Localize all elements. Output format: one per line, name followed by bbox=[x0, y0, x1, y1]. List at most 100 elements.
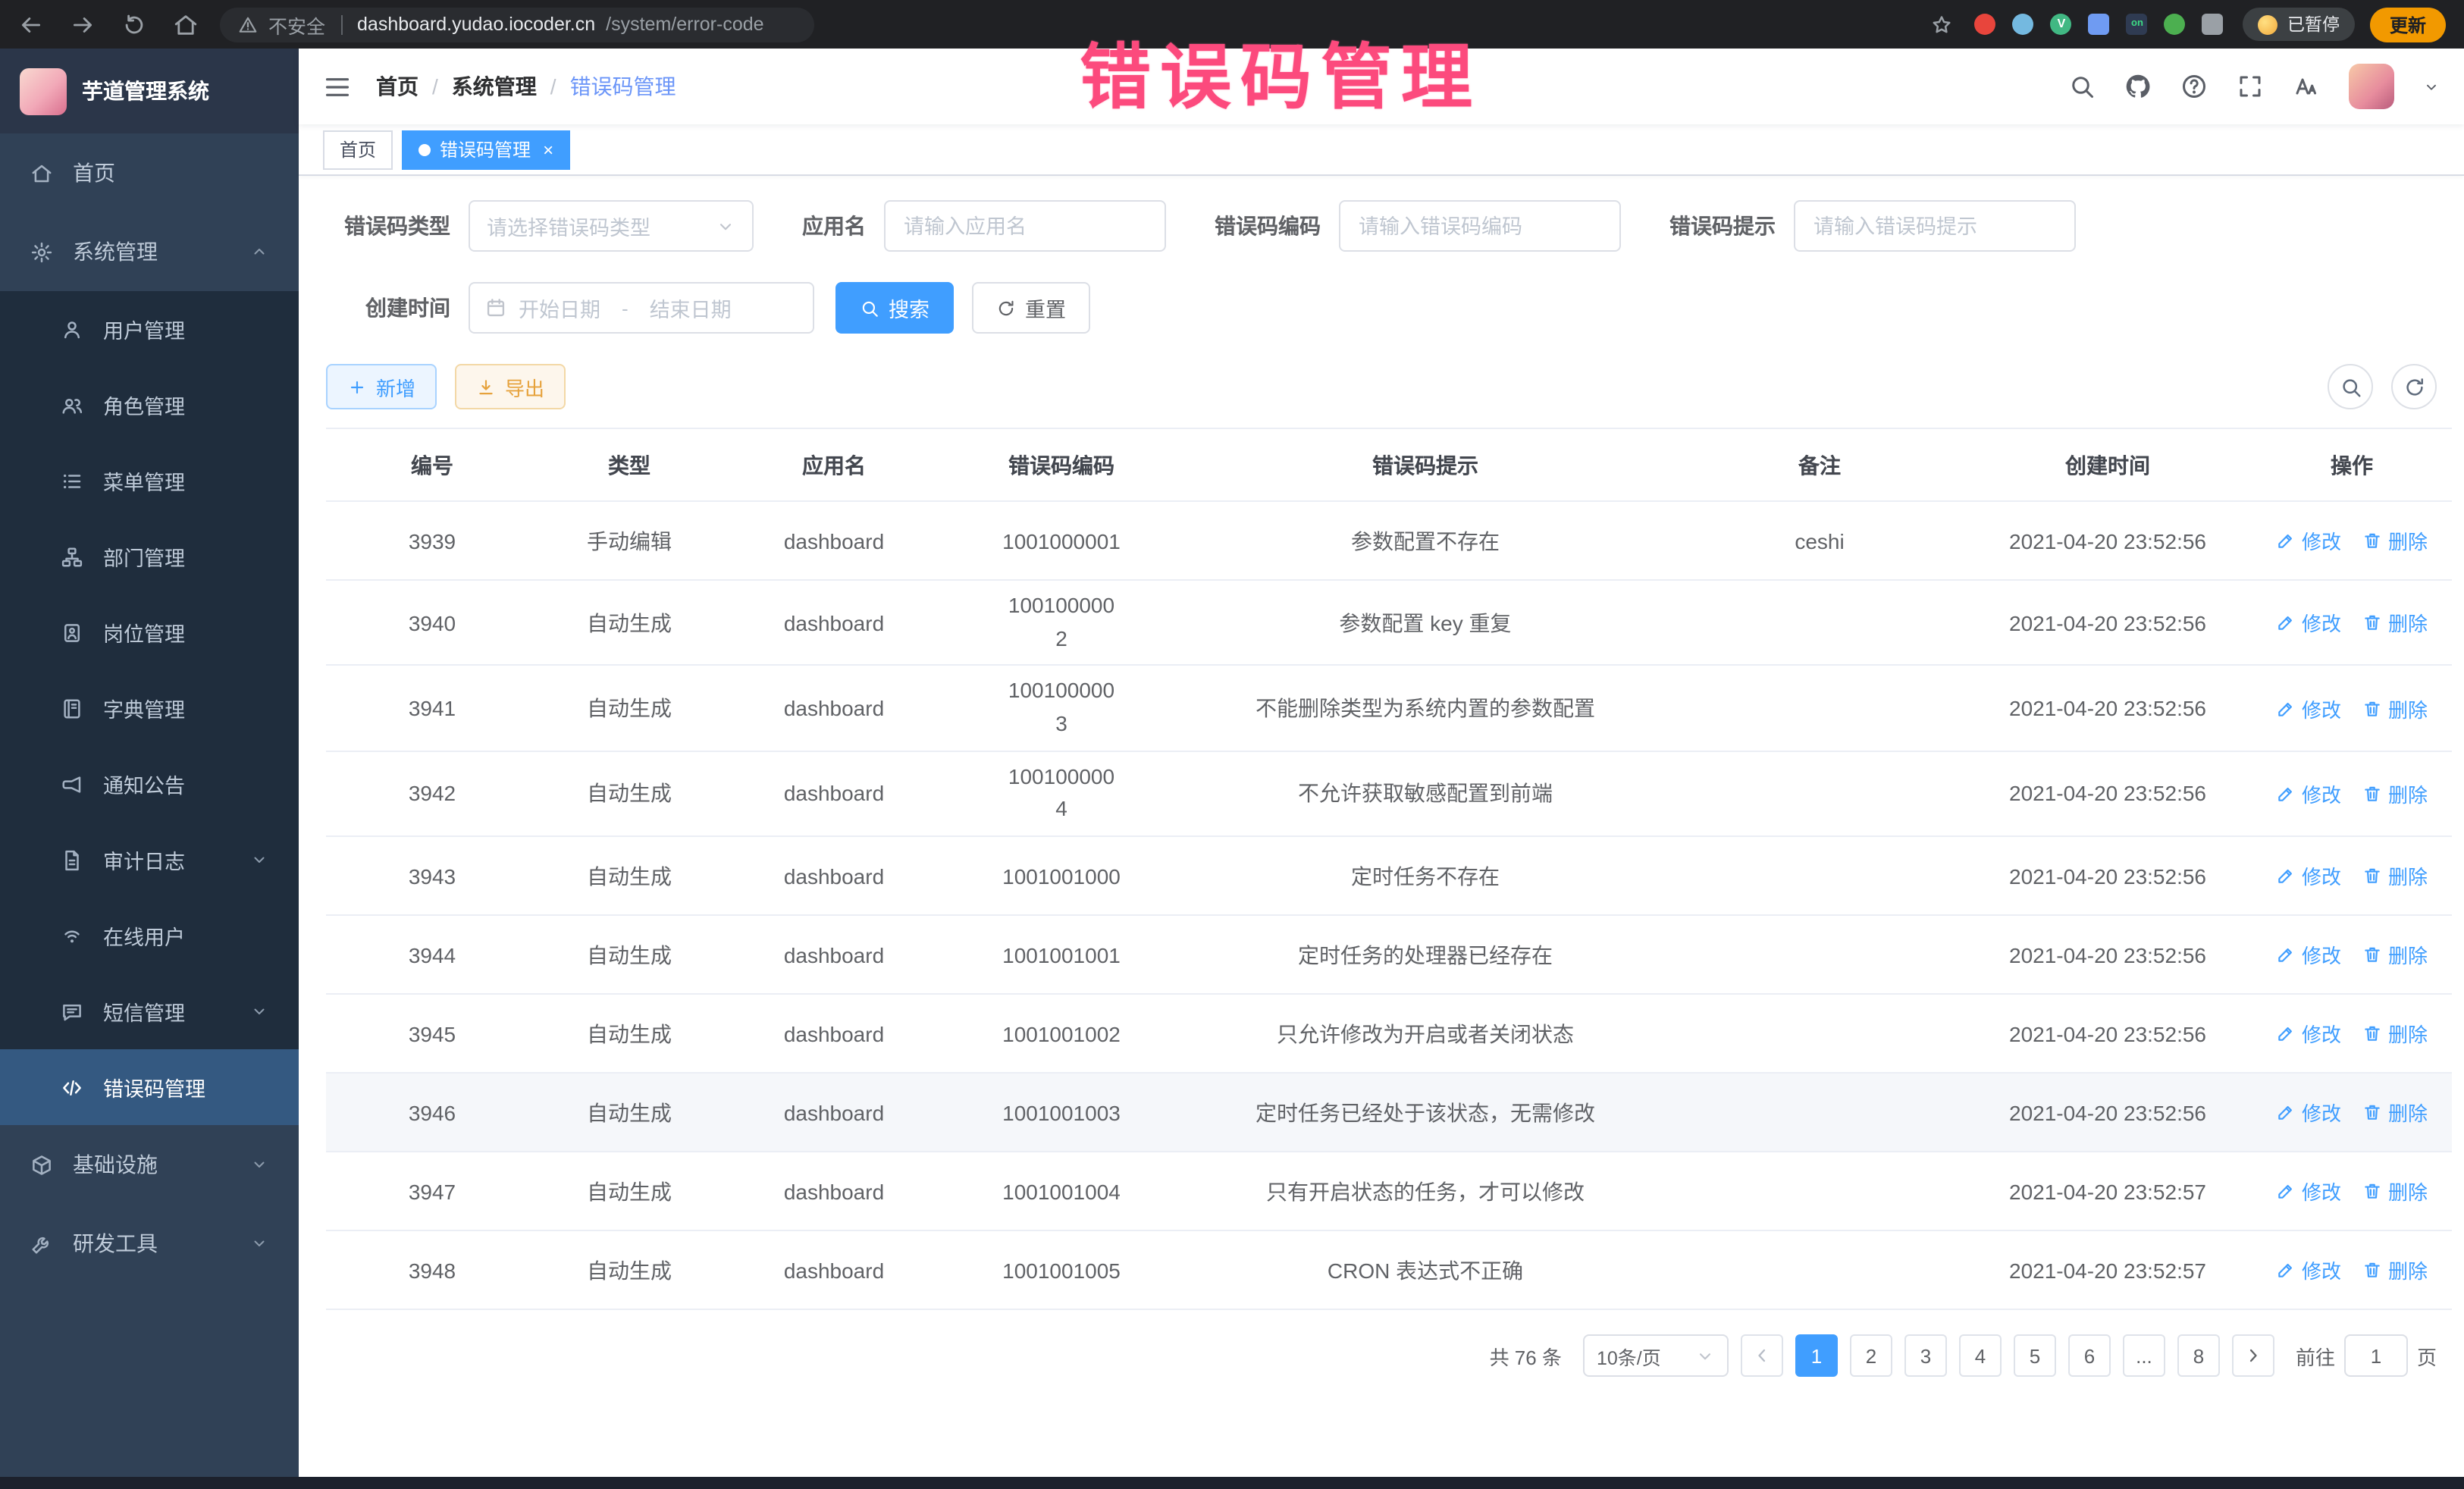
delete-link[interactable]: 删除 bbox=[2362, 694, 2428, 723]
error-hint-input[interactable] bbox=[1794, 200, 2076, 252]
error-type-select[interactable]: 请选择错误码类型 bbox=[469, 200, 754, 252]
edit-link[interactable]: 修改 bbox=[2276, 861, 2341, 890]
error-code-input[interactable] bbox=[1339, 200, 1621, 252]
add-button[interactable]: 新增 bbox=[326, 364, 437, 409]
breadcrumb-home[interactable]: 首页 bbox=[376, 71, 419, 102]
edit-link[interactable]: 修改 bbox=[2276, 779, 2341, 808]
help-icon[interactable] bbox=[2180, 73, 2208, 100]
sidebar-item-infrastructure[interactable]: 基础设施 bbox=[0, 1125, 299, 1204]
browser-home-button[interactable] bbox=[173, 11, 199, 37]
breadcrumb-system[interactable]: 系统管理 bbox=[452, 71, 537, 102]
fullscreen-icon[interactable] bbox=[2237, 73, 2264, 100]
extension-puzzle-icon[interactable] bbox=[2202, 14, 2224, 35]
bookmark-star-icon[interactable] bbox=[1931, 13, 1954, 36]
address-bar[interactable]: 不安全 dashboard.yudao.iocoder.cn/system/er… bbox=[220, 7, 814, 42]
delete-link[interactable]: 删除 bbox=[2362, 779, 2428, 808]
search-icon[interactable] bbox=[2068, 73, 2096, 100]
pagination-page-8[interactable]: 8 bbox=[2177, 1334, 2220, 1377]
back-button[interactable] bbox=[18, 11, 44, 37]
delete-link[interactable]: 删除 bbox=[2362, 1255, 2428, 1284]
delete-link[interactable]: 删除 bbox=[2362, 1177, 2428, 1205]
font-size-icon[interactable] bbox=[2293, 73, 2320, 100]
reload-button[interactable] bbox=[121, 11, 147, 37]
edit-link[interactable]: 修改 bbox=[2276, 1177, 2341, 1205]
refresh-table-button[interactable] bbox=[2391, 364, 2437, 409]
edit-label: 修改 bbox=[2302, 940, 2341, 969]
pagination-page-6[interactable]: 6 bbox=[2068, 1334, 2111, 1377]
date-range-picker[interactable]: 开始日期 - 结束日期 bbox=[469, 282, 814, 334]
sidebar-item-sms-management[interactable]: 短信管理 bbox=[0, 973, 299, 1049]
pagination-next[interactable] bbox=[2232, 1334, 2274, 1377]
pagination-page-3[interactable]: 3 bbox=[1904, 1334, 1947, 1377]
github-icon[interactable] bbox=[2124, 73, 2152, 100]
reset-button[interactable]: 重置 bbox=[972, 282, 1090, 334]
edit-link[interactable]: 修改 bbox=[2276, 1019, 2341, 1048]
sidebar-item-audit-log[interactable]: 审计日志 bbox=[0, 822, 299, 898]
table-row: 3944自动生成dashboard1001001001定时任务的处理器已经存在2… bbox=[326, 915, 2452, 994]
font-size-icon bbox=[2293, 73, 2320, 100]
question-icon bbox=[2180, 73, 2208, 100]
sidebar-item-dict-management[interactable]: 字典管理 bbox=[0, 670, 299, 746]
sidebar-item-notice-announcement[interactable]: 通知公告 bbox=[0, 746, 299, 822]
extension-record-icon[interactable] bbox=[1975, 14, 1996, 35]
cell-remark bbox=[1676, 915, 1964, 994]
refresh-icon bbox=[996, 298, 1016, 318]
sidebar-item-post-management[interactable]: 岗位管理 bbox=[0, 594, 299, 670]
edit-link[interactable]: 修改 bbox=[2276, 940, 2341, 969]
avatar-caret-icon[interactable] bbox=[2423, 78, 2440, 95]
sidebar-toggle-button[interactable] bbox=[323, 72, 352, 101]
edit-link[interactable]: 修改 bbox=[2276, 608, 2341, 637]
extension-vue-devtools-icon[interactable]: V bbox=[2051, 14, 2072, 35]
delete-link[interactable]: 删除 bbox=[2362, 526, 2428, 555]
tab-home[interactable]: 首页 bbox=[323, 130, 393, 169]
extension-switch-icon[interactable]: on bbox=[2127, 14, 2148, 35]
reset-button-label: 重置 bbox=[1025, 293, 1066, 323]
delete-link[interactable]: 删除 bbox=[2362, 861, 2428, 890]
sidebar-item-online-users[interactable]: 在线用户 bbox=[0, 898, 299, 973]
sidebar-item-home[interactable]: 首页 bbox=[0, 133, 299, 212]
extension-leaf-icon[interactable] bbox=[2165, 14, 2186, 35]
avatar[interactable] bbox=[2349, 64, 2394, 109]
pagination-prev[interactable] bbox=[1741, 1334, 1783, 1377]
sidebar-item-menu-management[interactable]: 菜单管理 bbox=[0, 443, 299, 519]
filter-row-2: 创建时间 开始日期 - 结束日期 搜索 重置 bbox=[326, 282, 2437, 334]
update-button[interactable]: 更新 bbox=[2370, 7, 2446, 42]
pagination-page-4[interactable]: 4 bbox=[1959, 1334, 2002, 1377]
edit-link[interactable]: 修改 bbox=[2276, 526, 2341, 555]
page-size-value: 10条/页 bbox=[1597, 1341, 1661, 1370]
sidebar-item-user-management[interactable]: 用户管理 bbox=[0, 291, 299, 367]
edit-link[interactable]: 修改 bbox=[2276, 1098, 2341, 1127]
edit-link[interactable]: 修改 bbox=[2276, 694, 2341, 723]
edit-label: 修改 bbox=[2302, 779, 2341, 808]
profile-chip[interactable]: 已暂停 bbox=[2243, 8, 2355, 41]
column-header: 备注 bbox=[1676, 428, 1964, 501]
extension-colorpicker-icon[interactable] bbox=[2013, 14, 2034, 35]
forward-button[interactable] bbox=[70, 11, 96, 37]
delete-link[interactable]: 删除 bbox=[2362, 1098, 2428, 1127]
page-size-select[interactable]: 10条/页 bbox=[1583, 1334, 1729, 1377]
export-button[interactable]: 导出 bbox=[455, 364, 566, 409]
app-logo[interactable]: 芋道管理系统 bbox=[0, 49, 299, 133]
pagination-more[interactable]: ... bbox=[2123, 1334, 2165, 1377]
delete-link[interactable]: 删除 bbox=[2362, 608, 2428, 637]
sidebar-item-dept-management[interactable]: 部门管理 bbox=[0, 519, 299, 594]
sidebar-item-dev-tools[interactable]: 研发工具 bbox=[0, 1204, 299, 1283]
app-name-input[interactable] bbox=[884, 200, 1166, 252]
edit-link[interactable]: 修改 bbox=[2276, 1255, 2341, 1284]
cell-code: 1001000004 bbox=[948, 751, 1175, 837]
delete-link[interactable]: 删除 bbox=[2362, 1019, 2428, 1048]
sidebar-item-system-management[interactable]: 系统管理 bbox=[0, 212, 299, 291]
search-button[interactable]: 搜索 bbox=[835, 282, 954, 334]
sidebar-item-error-code-management[interactable]: 错误码管理 bbox=[0, 1049, 299, 1125]
tab-close-icon[interactable]: × bbox=[543, 140, 553, 158]
goto-page-input[interactable] bbox=[2344, 1334, 2408, 1377]
tab-error-code[interactable]: 错误码管理 × bbox=[402, 130, 570, 169]
pagination-page-5[interactable]: 5 bbox=[2014, 1334, 2056, 1377]
extension-grid-icon[interactable] bbox=[2089, 14, 2110, 35]
pagination-page-2[interactable]: 2 bbox=[1850, 1334, 1892, 1377]
toggle-search-button[interactable] bbox=[2328, 364, 2373, 409]
sidebar-item-role-management[interactable]: 角色管理 bbox=[0, 367, 299, 443]
arrow-right-icon bbox=[70, 11, 96, 37]
delete-link[interactable]: 删除 bbox=[2362, 940, 2428, 969]
pagination-page-1[interactable]: 1 bbox=[1795, 1334, 1838, 1377]
